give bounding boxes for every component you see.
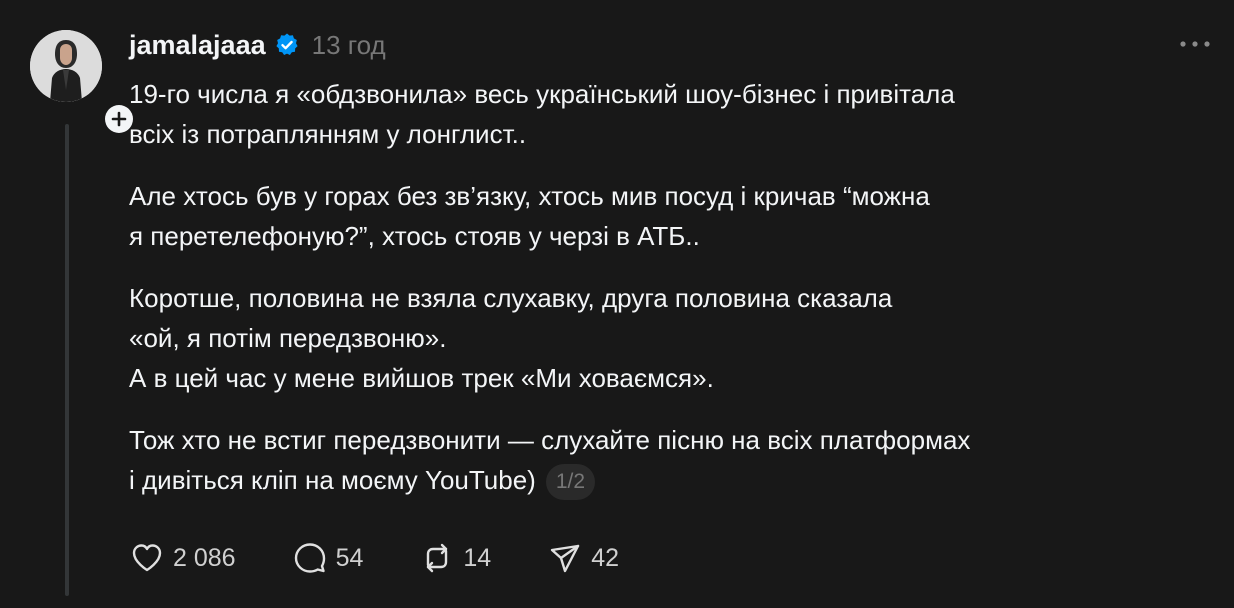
text-line: Тож хто не встиг передзвонити — слухайте… <box>129 425 971 455</box>
post-paragraph: Тож хто не встиг передзвонити — слухайте… <box>129 420 1179 501</box>
text-line-content: і дивіться кліп на моєму YouTube) <box>129 465 536 495</box>
avatar-image <box>30 30 102 102</box>
share-button[interactable]: 42 <box>547 540 619 576</box>
avatar-container[interactable] <box>30 30 135 135</box>
comment-button[interactable]: 54 <box>292 540 364 576</box>
repost-count: 14 <box>463 543 492 572</box>
username-link[interactable]: jamalajaaa <box>129 30 266 61</box>
repost-icon <box>427 543 448 573</box>
post-paragraph: Але хтось був у горах без зв’язку, хтось… <box>129 176 1179 256</box>
avatar[interactable] <box>30 30 102 102</box>
comment-count: 54 <box>335 543 364 572</box>
text-line-last: і дивіться кліп на моєму YouTube) 1/2 <box>129 460 1179 501</box>
like-button[interactable]: 2 086 <box>129 540 236 576</box>
share-icon <box>550 544 580 573</box>
repost-button[interactable]: 14 <box>419 540 491 576</box>
text-line: Але хтось був у горах без зв’язку, хтось… <box>129 181 930 211</box>
more-dots-icon[interactable] <box>1178 36 1212 52</box>
text-line: Коротше, половина не взяла слухавку, дру… <box>129 283 893 313</box>
post-paragraph: Коротше, половина не взяла слухавку, дру… <box>129 278 1179 398</box>
verified-badge-icon <box>276 33 298 55</box>
text-line: всіх із потраплянням у лонглист.. <box>129 119 527 149</box>
post-timestamp[interactable]: 13 год <box>312 30 386 61</box>
text-line: А в цей час у мене вийшов трек «Ми ховає… <box>129 363 714 393</box>
post-paragraph: 19-го числа я «обдзвонила» весь українсь… <box>129 74 1179 154</box>
post-header: jamalajaaa 13 год <box>129 26 386 64</box>
page-indicator-badge[interactable]: 1/2 <box>545 464 596 501</box>
action-bar: 2 086 54 14 42 <box>129 538 675 578</box>
comment-icon <box>294 543 325 573</box>
text-line: «ой, я потім передзвоню». <box>129 323 447 353</box>
plus-icon <box>111 111 127 127</box>
post-body: 19-го числа я «обдзвонила» весь українсь… <box>129 74 1179 522</box>
text-line: 19-го числа я «обдзвонила» весь українсь… <box>129 79 955 109</box>
share-count: 42 <box>591 543 619 572</box>
text-line: я перетелефоную?”, хтось стояв у черзі в… <box>129 221 700 251</box>
like-count: 2 086 <box>173 543 236 572</box>
thread-line <box>65 124 69 596</box>
heart-icon <box>132 544 162 572</box>
thread-post: jamalajaaa 13 год 19-го числа я «обдзвон… <box>0 0 1234 608</box>
